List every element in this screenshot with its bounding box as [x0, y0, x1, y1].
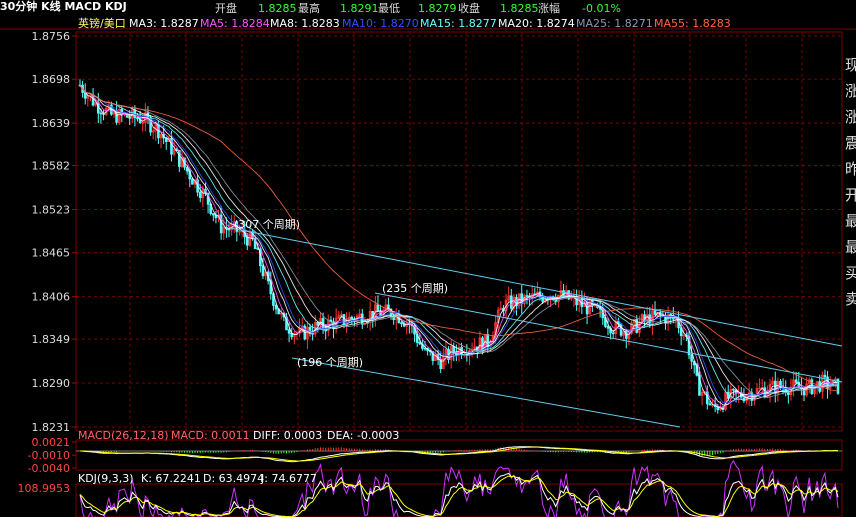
side-panel-char: 最: [845, 212, 856, 230]
low-value: 1.8279: [418, 2, 457, 15]
y-tick-label: 1.8349: [32, 333, 71, 346]
symbol-label: 英镑/美口: [78, 17, 126, 30]
candle-body: [311, 332, 314, 335]
macd-y-tick-label: -0.0010: [28, 449, 70, 462]
candle-body: [376, 304, 380, 312]
candle-body: [611, 332, 615, 335]
close-label: 收盘: [458, 2, 480, 15]
close-value: 1.8285: [500, 2, 539, 15]
macd-dea-line: [80, 446, 838, 462]
candle-body: [279, 312, 283, 315]
open-value: 1.8285: [258, 2, 297, 15]
candle-body: [141, 122, 145, 124]
macd-y-tick-label: 0.0021: [32, 436, 71, 449]
high-value: 1.8291: [340, 2, 379, 15]
ma25-label: MA25: 1.8271: [576, 17, 653, 30]
ma10-label: MA10: 1.8270: [342, 17, 419, 30]
y-tick-label: 1.8406: [32, 291, 71, 304]
candle-body: [136, 117, 139, 120]
side-panel-char: 涨: [845, 82, 856, 100]
candle-body: [287, 329, 291, 334]
candle-body: [732, 388, 735, 391]
candle-body: [316, 322, 320, 326]
candle-body: [794, 379, 798, 383]
macd-title: MACD(26,12,18): [78, 429, 169, 442]
ma15-label: MA15: 1.8277: [420, 17, 497, 30]
side-panel-char: 现: [845, 56, 856, 74]
candle-body: [773, 380, 777, 394]
candle-body: [128, 116, 131, 119]
y-tick-label: 1.8698: [32, 73, 71, 86]
candle-body: [245, 236, 249, 246]
candle-body: [379, 310, 382, 316]
candle-body: [418, 341, 422, 345]
candle-body: [823, 374, 827, 378]
kdj-k-value: K: 67.2241: [141, 472, 201, 485]
open-label: 开盘: [215, 2, 237, 15]
macd-y-tick-label: -0.0040: [28, 462, 70, 475]
candle-body: [212, 213, 215, 216]
y-tick-label: 1.8582: [32, 160, 71, 173]
diff-value: DIFF: 0.0003: [253, 429, 323, 442]
ma10-line: [79, 85, 838, 404]
low-label: 最低: [378, 2, 400, 15]
candle-body: [400, 322, 403, 325]
candle-body: [554, 299, 558, 302]
y-tick-label: 1.8465: [32, 247, 71, 260]
candle-body: [486, 334, 490, 347]
y-tick-label: 1.8523: [32, 204, 71, 217]
candle-body: [708, 403, 712, 406]
main-panel-frame: [75, 31, 843, 432]
period-title: 30分钟 K线 MACD KDJ: [0, 0, 127, 13]
y-tick-label: 1.8756: [32, 30, 71, 43]
candle-body: [198, 191, 202, 198]
y-tick-label: 1.8639: [32, 117, 71, 130]
candle-body: [350, 316, 354, 320]
ma20-label: MA20: 1.8274: [498, 17, 575, 30]
candle-body: [682, 334, 686, 337]
side-panel-char: 卖: [845, 290, 856, 308]
candle-body: [606, 325, 610, 329]
candle-body: [99, 112, 103, 115]
candle-body: [238, 230, 241, 233]
ma55-label: MA55: 1.8283: [654, 17, 731, 30]
change-label: 涨幅: [538, 2, 560, 15]
kdj-title: KDJ(9,3,3): [78, 472, 134, 485]
side-panel-char: 开: [845, 186, 856, 204]
side-panel-char: 昨: [845, 160, 856, 178]
macd-value: MACD: 0.0011: [171, 429, 250, 442]
candle-body: [191, 178, 194, 185]
candle-body: [452, 346, 456, 354]
high-label: 最高: [298, 2, 320, 15]
candle-body: [261, 265, 265, 277]
channel-annotation: (307 个周期): [234, 218, 300, 231]
side-panel-char: 震: [845, 134, 856, 152]
candle-body: [423, 347, 427, 350]
candle-body: [763, 387, 767, 398]
y-tick-label: 1.8290: [32, 377, 71, 390]
side-panel-char: 涨: [845, 108, 856, 126]
side-panel-char: 买: [845, 264, 856, 282]
dea-value: DEA: -0.0003: [327, 429, 400, 442]
channel-annotation: (235 个周期): [382, 282, 448, 295]
candle-body: [758, 387, 761, 390]
y-tick-label: 1.8231: [32, 421, 71, 434]
kdj-d-value: D: 63.4974: [203, 472, 265, 485]
change-value: -0.01%: [582, 2, 621, 15]
ma3-label: MA3: 1.8287: [129, 17, 199, 30]
kdj-j-value: J: 74.6777: [261, 472, 317, 485]
candle-body: [525, 295, 529, 297]
candle-body: [690, 354, 693, 362]
candle-body: [274, 305, 278, 310]
channel-middle-line: [374, 292, 843, 383]
side-panel-char: 最: [845, 238, 856, 256]
channel-annotation: (196 个周期): [297, 356, 363, 369]
candle-body: [653, 310, 657, 315]
ma8-label: MA8: 1.8283: [270, 17, 340, 30]
kdj-y-tick-label: 108.9953: [18, 482, 71, 495]
candle-body: [509, 295, 513, 309]
candle-body: [787, 392, 790, 396]
ma5-label: MA5: 1.8284: [200, 17, 270, 30]
